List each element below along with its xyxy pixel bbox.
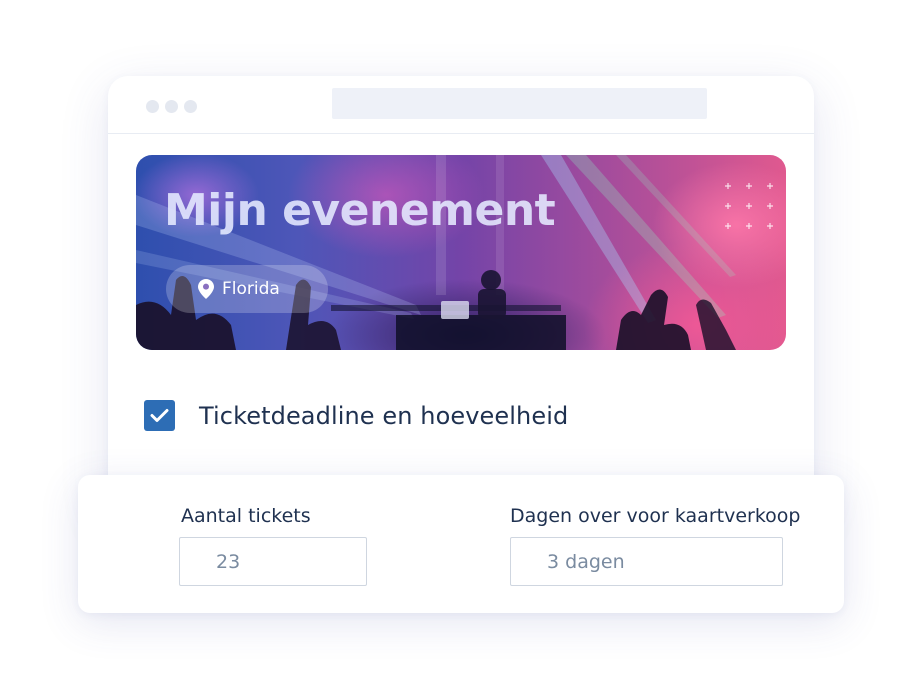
location-pin-icon xyxy=(198,279,214,299)
event-title: Mijn evenement xyxy=(164,185,556,236)
checkmark-icon xyxy=(150,409,169,422)
address-bar[interactable] xyxy=(332,88,707,119)
browser-toolbar xyxy=(108,76,814,134)
checkbox-label: Ticketdeadline en hoeveelheid xyxy=(199,401,569,430)
stage: Mijn evenement Florida Ticketdeadline en… xyxy=(0,0,920,692)
days-remaining-input[interactable]: 3 dagen xyxy=(510,537,783,586)
window-controls xyxy=(146,100,197,113)
ticket-deadline-option[interactable]: Ticketdeadline en hoeveelheid xyxy=(144,400,568,431)
tickets-count-input[interactable]: 23 xyxy=(179,537,367,586)
browser-window: Mijn evenement Florida Ticketdeadline en… xyxy=(108,76,814,516)
event-banner: Mijn evenement Florida xyxy=(136,155,786,350)
window-dot-icon xyxy=(184,100,197,113)
location-badge: Florida xyxy=(166,265,328,313)
ticket-deadline-checkbox[interactable] xyxy=(144,400,175,431)
location-label: Florida xyxy=(222,279,280,299)
window-dot-icon xyxy=(165,100,178,113)
ticket-settings-card: Aantal tickets 23 Dagen over voor kaartv… xyxy=(78,475,844,613)
window-dot-icon xyxy=(146,100,159,113)
days-remaining-label: Dagen over voor kaartverkoop xyxy=(510,505,801,527)
tickets-count-label: Aantal tickets xyxy=(181,505,311,527)
